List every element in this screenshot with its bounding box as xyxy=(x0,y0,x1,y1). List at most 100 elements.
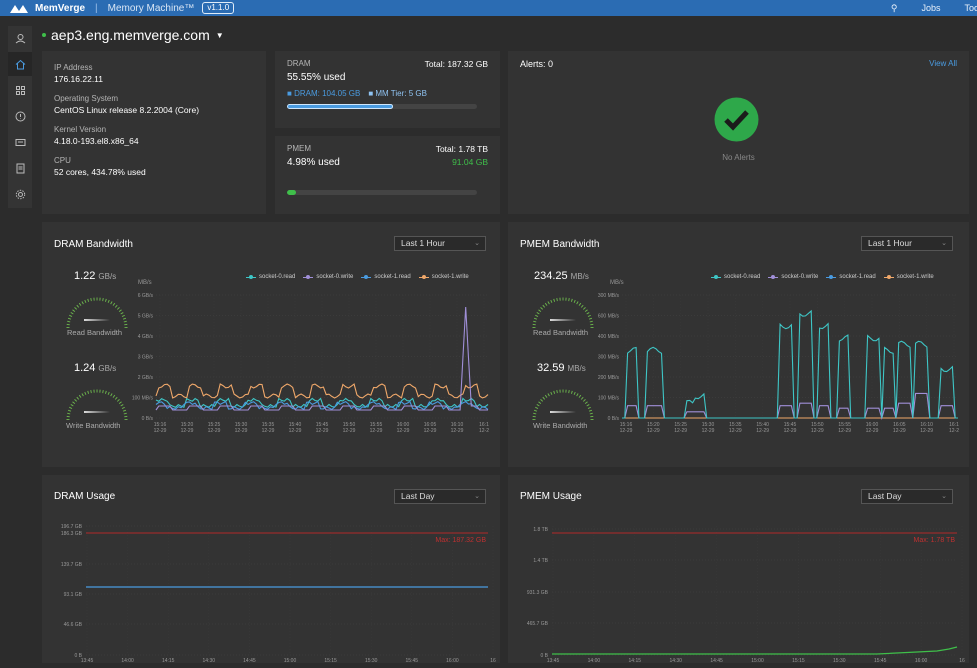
dram-write-label: Write Bandwidth xyxy=(66,421,121,430)
pmem-bw-range-select[interactable]: Last 1 Hour ⌄ xyxy=(861,236,953,251)
pmem-read-unit: MB/s xyxy=(570,272,589,281)
dram-legend-chip: ■ xyxy=(287,89,295,98)
dram-bandwidth-card: DRAM Bandwidth Last 1 Hour ⌄ socket-0.rea… xyxy=(42,222,500,467)
dram-bw-chart: 6 GB/s 5 GB/s 4 GB/s 3 GB/s 2 GB/s 100 MB/s 0 … xyxy=(122,290,494,440)
y-tick-label: 93.1 GB xyxy=(64,592,83,598)
pmem-progress xyxy=(287,190,477,195)
brand-logo[interactable]: MemVerge xyxy=(10,3,85,14)
pmem-usage-card: PMEM Usage Last Day ⌄ 1.8 TB 1.4 TB 931.3 G… xyxy=(508,475,969,664)
usage-line xyxy=(552,646,958,655)
x-tick-label: 12-29 xyxy=(235,428,248,434)
dram-progress xyxy=(287,104,477,109)
legend-item[interactable]: socket-1.write xyxy=(883,274,934,280)
memory-icon xyxy=(15,138,25,146)
tools-link[interactable]: Tool xyxy=(964,3,977,13)
mm-tier-value: MM Tier: 5 GB xyxy=(375,89,427,98)
legend-item[interactable]: socket-0.write xyxy=(303,274,353,280)
pmem-card: PMEM Total: 1.78 TB 4.98% used 91.04 GB xyxy=(275,136,500,214)
pmem-used: 4.98% used xyxy=(287,157,340,168)
usage-chart-svg: 1.8 TB1.4 TB931.3 GB465.7 GB0 B13:45 14:0… xyxy=(527,526,965,664)
dram-usage-card: DRAM Usage Last Day ⌄ 196.7 GB 186.3 GB 139… xyxy=(42,475,500,664)
x-tick-label: 15:15 xyxy=(324,658,337,663)
sidebar xyxy=(8,26,32,208)
max-label: Max: 187.32 GB xyxy=(435,537,486,544)
x-tick-label: 14:45 xyxy=(243,658,256,663)
x-tick-label: 12-29 xyxy=(866,428,879,434)
x-tick-label: 16:00 xyxy=(446,658,459,663)
sidebar-item-settings[interactable] xyxy=(8,182,32,206)
dram-progress-fill xyxy=(287,104,393,109)
alerts-title: Alerts: 0 xyxy=(520,59,554,69)
legend-item[interactable]: socket-1.write xyxy=(418,274,469,280)
pmem-bandwidth-card: PMEM Bandwidth Last 1 Hour ⌄ socket-0.rea… xyxy=(508,222,969,467)
x-tick-label: 12-2 xyxy=(949,428,959,434)
system-info-card: IP Address 176.16.22.11 Operating System C… xyxy=(42,51,266,214)
legend-swatch xyxy=(418,274,429,280)
sidebar-item-dashboard[interactable] xyxy=(8,78,32,102)
legend-item[interactable]: socket-0.read xyxy=(711,274,760,280)
sidebar-item-alerts[interactable] xyxy=(8,104,32,128)
x-tick-label: 12-29 xyxy=(893,428,906,434)
x-tick-label: 15:45 xyxy=(874,658,887,663)
legend-swatch xyxy=(883,274,894,280)
status-online-icon xyxy=(42,33,46,37)
dram-bw-range-select[interactable]: Last 1 Hour ⌄ xyxy=(394,236,486,251)
sidebar-item-cluster[interactable] xyxy=(8,26,32,50)
legend-item[interactable]: socket-1.read xyxy=(361,274,411,280)
pmem-usage-range-select[interactable]: Last Day ⌄ xyxy=(861,489,953,504)
y-tick-label: 100 MB/s xyxy=(598,396,620,402)
y-tick-label: 200 MB/s xyxy=(598,375,620,381)
x-tick-label: 12-29 xyxy=(208,428,221,434)
memverge-logo-icon xyxy=(10,4,28,13)
x-tick-label: 12-29 xyxy=(451,428,464,434)
y-tick-label: 300 MB/s xyxy=(598,293,620,299)
x-tick-label: 12-29 xyxy=(424,428,437,434)
x-tick-label: 12-29 xyxy=(702,428,715,434)
x-tick-label: 15:30 xyxy=(833,658,846,663)
sidebar-item-reports[interactable] xyxy=(8,156,32,180)
search-icon[interactable]: ⚲ xyxy=(891,3,898,14)
ip-value: 176.16.22.11 xyxy=(54,74,103,84)
legend-item[interactable]: socket-0.read xyxy=(246,274,295,280)
max-label: Max: 1.78 TB xyxy=(913,537,955,544)
x-tick-label: 12-29 xyxy=(838,428,851,434)
dram-usage-range-select[interactable]: Last Day ⌄ xyxy=(394,489,486,504)
os-label: Operating System xyxy=(54,94,119,103)
y-tick-label: 465.7 GB xyxy=(527,621,549,627)
legend-label: socket-1.read xyxy=(839,274,876,280)
x-tick-label: 15:00 xyxy=(284,658,297,663)
gear-icon xyxy=(15,189,25,199)
pmem-label: PMEM xyxy=(287,144,311,153)
chevron-down-icon: ⌄ xyxy=(474,493,480,500)
pmem-write-number: 32.59 xyxy=(537,362,565,374)
chevron-down-icon: ▼ xyxy=(215,30,224,40)
legend-item[interactable]: socket-0.write xyxy=(768,274,818,280)
sidebar-item-memory[interactable] xyxy=(8,130,32,154)
y-tick-label: 3 GB/s xyxy=(138,355,154,361)
dram-bw-range-value: Last 1 Hour xyxy=(401,238,445,248)
dram-usage-title: DRAM Usage xyxy=(54,491,116,502)
host-selector[interactable]: aep3.eng.memverge.com ▼ xyxy=(42,27,224,43)
dram-total: Total: 187.32 GB xyxy=(424,59,488,69)
y-tick-label: 1.4 TB xyxy=(533,558,548,564)
y-tick-label: 46.6 GB xyxy=(64,622,83,628)
y-tick-label: 0 B/s xyxy=(142,416,154,422)
jobs-link[interactable]: Jobs xyxy=(921,3,940,13)
view-all-link[interactable]: View All xyxy=(929,59,957,69)
bw-chart-svg: 6 GB/s 5 GB/s 4 GB/s 3 GB/s 2 GB/s 100 MB/s 0 … xyxy=(132,293,489,434)
chevron-down-icon: ⌄ xyxy=(941,240,947,247)
sidebar-item-home[interactable] xyxy=(8,52,32,76)
dram-read-label: Read Bandwidth xyxy=(67,328,123,337)
x-tick-label: 14:00 xyxy=(588,658,601,663)
x-tick-label: 13:45 xyxy=(81,658,94,663)
dram-chip-value: DRAM: 104.05 GB xyxy=(294,89,361,98)
y-tick-label: 400 MB/s xyxy=(598,334,620,340)
x-tick-label: 12-2 xyxy=(479,428,489,434)
legend-item[interactable]: socket-1.read xyxy=(826,274,876,280)
x-tick-label: 16 xyxy=(490,658,496,663)
x-tick-label: 12-29 xyxy=(343,428,356,434)
dram-write-number: 1.24 xyxy=(74,362,96,374)
mm-tier-chip: ■ xyxy=(368,89,376,98)
x-tick-label: 15:00 xyxy=(751,658,764,663)
dram-read-number: 1.22 xyxy=(74,270,96,282)
